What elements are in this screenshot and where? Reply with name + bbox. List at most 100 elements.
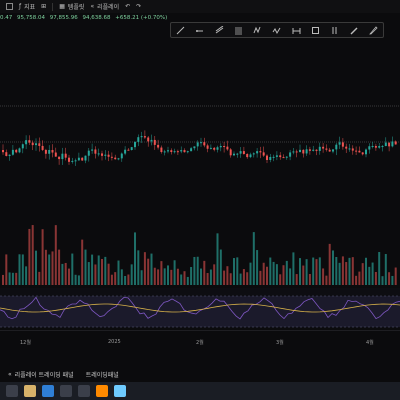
candle-body xyxy=(64,153,67,158)
volume-bar xyxy=(348,257,351,285)
candle-body xyxy=(58,156,61,160)
app-icon[interactable] xyxy=(78,385,90,397)
app-icon[interactable] xyxy=(96,385,108,397)
horizontal-ray-tool[interactable] xyxy=(195,26,204,35)
candle-body xyxy=(236,153,239,155)
volume-bar xyxy=(114,272,117,285)
candle-body xyxy=(299,149,301,153)
candle-body xyxy=(97,153,100,155)
grid-icon: ⊞ xyxy=(41,3,47,10)
pattern-tool[interactable] xyxy=(253,26,262,35)
axis-label-dec: 12월 xyxy=(20,340,31,346)
volume-bar xyxy=(104,256,107,285)
tab-replay-label: 리플레이 트레이딩 패널 xyxy=(14,371,74,379)
candle-body xyxy=(371,146,374,148)
candles-layer xyxy=(2,130,397,166)
app-icon[interactable] xyxy=(114,385,126,397)
tab-trading-panel[interactable]: 트레이딩패널 xyxy=(82,370,123,379)
candle-body xyxy=(338,142,341,145)
time-axis[interactable]: 12월 2025 2월 3월 4월 xyxy=(0,335,400,349)
tab-replay-trading-panel[interactable]: « 리플레이 트레이딩 패널 xyxy=(4,370,78,379)
volume-bar xyxy=(285,260,288,285)
candle-body xyxy=(18,148,21,153)
redo-button[interactable]: ↷ xyxy=(136,3,141,10)
trendline-tool[interactable] xyxy=(176,26,185,35)
volume-bar xyxy=(282,265,285,285)
candle-body xyxy=(180,150,183,152)
pen-tool[interactable] xyxy=(368,25,378,35)
candle-body xyxy=(308,149,311,151)
price-chart[interactable] xyxy=(0,40,400,290)
volume-bar xyxy=(338,262,341,285)
volume-bar xyxy=(190,267,193,285)
volume-bar xyxy=(94,264,97,285)
volume-bar xyxy=(305,259,308,285)
measure-tool[interactable] xyxy=(292,26,301,35)
candle-body xyxy=(295,151,298,153)
undo-button[interactable]: ↶ xyxy=(125,3,130,10)
volume-bar xyxy=(180,274,183,285)
volume-bar xyxy=(391,275,394,285)
volume-bar xyxy=(48,254,51,285)
indicators-button[interactable]: ƒ 지표 xyxy=(19,2,35,11)
templates-label: 템플릿 xyxy=(67,4,85,11)
candle-body xyxy=(183,150,186,153)
volume-bar xyxy=(107,263,110,285)
candle-body xyxy=(266,155,268,160)
app-icon[interactable] xyxy=(60,385,72,397)
volume-bar xyxy=(21,254,24,285)
candle-body xyxy=(345,146,348,149)
candle-body xyxy=(101,153,103,156)
volume-bar xyxy=(315,259,318,285)
search-icon[interactable] xyxy=(6,385,18,397)
candle-body xyxy=(259,151,262,153)
candle-body xyxy=(249,154,252,158)
volume-bar xyxy=(279,274,282,285)
replay-button[interactable]: « 리플레이 xyxy=(90,2,119,11)
volume-bar xyxy=(81,239,84,285)
ohlc-legend: 0.47 95,758.04 97,855.96 94,638.68 +658.… xyxy=(0,15,170,21)
rectangle-tool[interactable] xyxy=(311,26,320,35)
layouts-button[interactable]: ⊞ xyxy=(41,3,46,10)
file-explorer-icon[interactable] xyxy=(24,385,36,397)
volume-bar xyxy=(11,272,14,285)
divider xyxy=(52,2,54,11)
volume-bar xyxy=(196,256,199,285)
timeframe-button[interactable] xyxy=(6,3,13,10)
volume-bar xyxy=(147,258,150,285)
pitchfork-tool[interactable] xyxy=(215,25,224,35)
rsi-lines xyxy=(0,295,400,328)
fib-tool[interactable] xyxy=(234,26,243,35)
candle-body xyxy=(272,156,275,158)
candle-body xyxy=(127,149,130,151)
volume-bar xyxy=(233,258,235,285)
vertical-line-tool[interactable] xyxy=(330,26,339,35)
candle-body xyxy=(219,146,222,148)
undo-icon: ↶ xyxy=(125,3,131,10)
candle-body xyxy=(378,146,381,148)
edge-icon[interactable] xyxy=(42,385,54,397)
candle-body xyxy=(147,137,150,142)
axis-label-mar: 3월 xyxy=(276,340,284,346)
volume-bar xyxy=(127,274,130,285)
volume-bar xyxy=(41,229,44,285)
candle-body xyxy=(11,149,14,155)
candle-body xyxy=(279,155,282,158)
candle-body xyxy=(365,149,367,155)
axis-label-2025: 2025 xyxy=(108,339,121,345)
brush-tool[interactable] xyxy=(350,26,359,35)
volume-bar xyxy=(216,233,219,285)
candle-body xyxy=(275,155,278,157)
candle-body xyxy=(2,150,4,153)
candle-body xyxy=(107,154,110,157)
candle-body xyxy=(282,157,285,159)
volume-bar xyxy=(322,268,325,285)
volume-bar xyxy=(200,268,202,285)
candle-body xyxy=(5,152,8,156)
elliott-tool[interactable] xyxy=(272,26,281,35)
volume-bar xyxy=(325,275,328,285)
templates-button[interactable]: ▦ 템플릿 xyxy=(59,2,84,11)
candle-body xyxy=(229,149,232,156)
candle-body xyxy=(325,148,328,150)
volume-bar xyxy=(229,273,232,285)
